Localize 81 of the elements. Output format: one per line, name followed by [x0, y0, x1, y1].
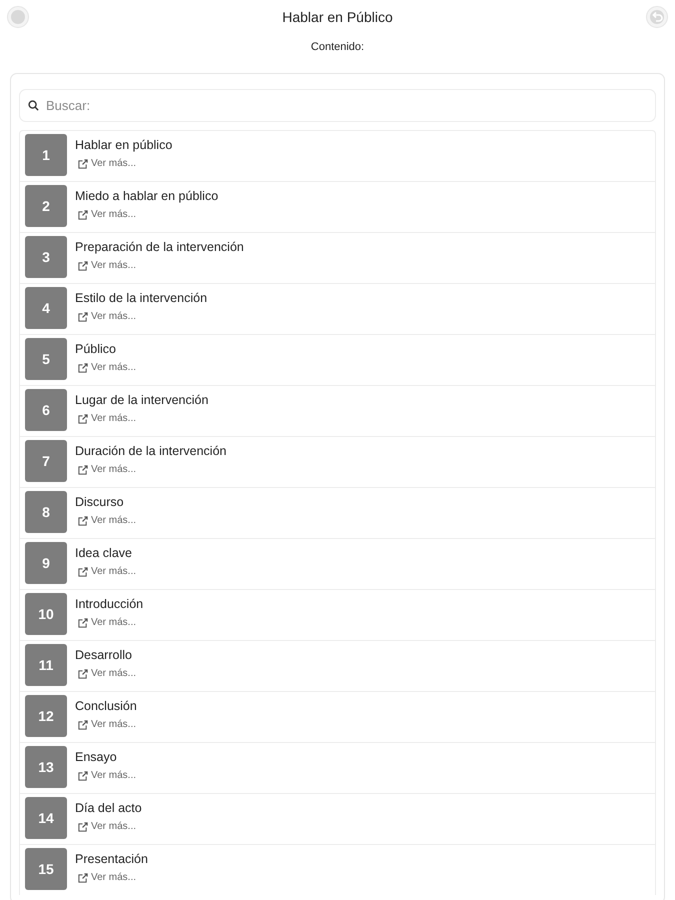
external-link-icon	[78, 260, 88, 270]
number-badge: 10	[25, 593, 67, 635]
search-icon	[28, 100, 39, 111]
item-title: Presentación	[75, 852, 148, 867]
undo-icon[interactable]	[646, 6, 668, 28]
list-item[interactable]: 10 Introducción Ver más...	[19, 589, 656, 640]
external-link-icon	[78, 770, 88, 780]
see-more-link[interactable]: Ver más...	[91, 668, 136, 679]
list-item[interactable]: 12 Conclusión Ver más...	[19, 691, 656, 742]
number-badge: 6	[25, 389, 67, 431]
item-title: Idea clave	[75, 546, 133, 561]
see-more-link[interactable]: Ver más...	[91, 770, 136, 781]
number-badge: 1	[25, 134, 67, 176]
external-link-icon	[78, 158, 88, 168]
external-link-icon	[78, 464, 88, 474]
number-badge: 7	[25, 440, 67, 482]
list-item[interactable]: 11 Desarrollo Ver más...	[19, 640, 656, 691]
external-link-icon	[78, 516, 88, 526]
item-title: Conclusión	[75, 699, 137, 714]
see-more-link[interactable]: Ver más...	[91, 515, 136, 526]
number-badge: 14	[25, 797, 67, 839]
external-link-icon	[78, 210, 88, 220]
number-badge: 3	[25, 236, 67, 278]
number-badge: 12	[25, 695, 67, 737]
see-more-link[interactable]: Ver más...	[91, 311, 136, 322]
section-subtitle: Contenido:	[310, 41, 364, 54]
see-more-link[interactable]: Ver más...	[91, 464, 136, 475]
number-badge: 2	[25, 185, 67, 227]
list-item[interactable]: 8 Discurso Ver más...	[19, 487, 656, 538]
list-item[interactable]: 4 Estilo de la intervención Ver más...	[19, 283, 656, 334]
list-item[interactable]: 14 Día del acto Ver más...	[19, 793, 656, 844]
list-item[interactable]: 7 Duración de la intervención Ver más...	[19, 436, 656, 487]
see-more-link[interactable]: Ver más...	[91, 617, 136, 628]
item-title: Ensayo	[75, 750, 118, 765]
see-more-link[interactable]: Ver más...	[91, 362, 136, 373]
external-link-icon	[78, 566, 88, 576]
external-link-icon	[78, 312, 88, 322]
external-link-icon	[78, 362, 88, 372]
external-link-icon	[78, 414, 88, 424]
number-badge: 8	[25, 491, 67, 533]
number-badge: 13	[25, 746, 67, 788]
number-badge: 5	[25, 338, 67, 380]
number-badge: 4	[25, 287, 67, 329]
external-link-icon	[78, 720, 88, 730]
list-item[interactable]: 3 Preparación de la intervención Ver más...	[19, 232, 656, 283]
list-item[interactable]: 6 Lugar de la intervención Ver más...	[19, 385, 656, 436]
number-badge: 15	[25, 848, 67, 890]
see-more-link[interactable]: Ver más...	[91, 821, 136, 832]
number-badge: 11	[25, 644, 67, 686]
item-title: Miedo a hablar en público	[75, 189, 218, 204]
item-title: Desarrollo	[75, 648, 133, 663]
see-more-link[interactable]: Ver más...	[91, 872, 136, 883]
page-title: Hablar en Público	[282, 9, 393, 25]
list-item[interactable]: 1 Hablar en público Ver más...	[19, 130, 656, 181]
item-title: Discurso	[75, 495, 125, 510]
list-item[interactable]: 5 Público Ver más...	[19, 334, 656, 385]
see-more-link[interactable]: Ver más...	[91, 413, 136, 424]
see-more-link[interactable]: Ver más...	[91, 719, 136, 730]
item-title: Estilo de la intervención	[75, 291, 208, 306]
see-more-link[interactable]: Ver más...	[91, 260, 136, 271]
external-link-icon	[78, 668, 88, 678]
search-field[interactable]: Buscar:	[19, 89, 656, 122]
see-more-link[interactable]: Ver más...	[91, 209, 136, 220]
list-item[interactable]: 15 Presentación Ver más...	[19, 844, 656, 895]
item-title: Introducción	[75, 597, 144, 612]
item-title: Hablar en público	[75, 138, 172, 153]
see-more-link[interactable]: Ver más...	[91, 158, 136, 169]
external-link-icon	[78, 872, 88, 882]
item-title: Preparación de la intervención	[75, 240, 244, 255]
item-title: Duración de la intervención	[75, 444, 226, 459]
item-title: Día del acto	[75, 801, 142, 816]
number-badge: 9	[25, 542, 67, 584]
round-button-icon[interactable]	[7, 6, 29, 28]
list-item[interactable]: 13 Ensayo Ver más...	[19, 742, 656, 793]
see-more-link[interactable]: Ver más...	[91, 566, 136, 577]
list-item[interactable]: 9 Idea clave Ver más...	[19, 538, 656, 589]
item-title: Lugar de la intervención	[75, 393, 208, 408]
external-link-icon	[78, 618, 88, 628]
item-title: Público	[75, 342, 117, 357]
list-item[interactable]: 2 Miedo a hablar en público Ver más...	[19, 181, 656, 232]
external-link-icon	[78, 822, 88, 832]
